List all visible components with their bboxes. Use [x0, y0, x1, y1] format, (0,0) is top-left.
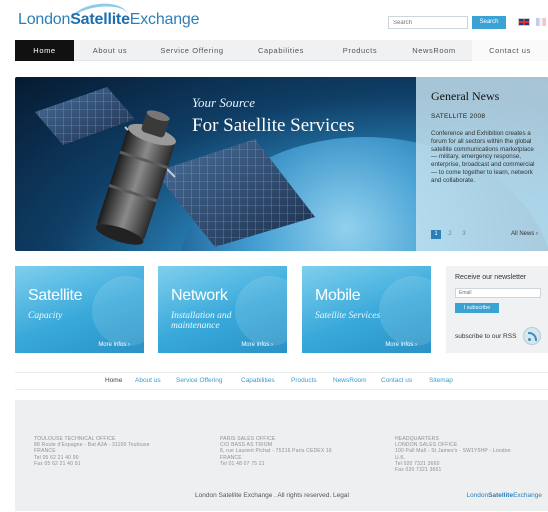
office-toulouse: Toulouse technical office 88 Route d'Esp… [34, 436, 150, 467]
footer-logo-prefix: London [466, 492, 489, 499]
news-page-2[interactable]: 2 [445, 230, 455, 239]
footer-nav-newsroom[interactable]: NewsRoom [333, 377, 367, 384]
footer-nav-service-offering[interactable]: Service Offering [176, 377, 222, 384]
search-input[interactable] [388, 16, 468, 29]
news-body: Conference and Exhibition creates a foru… [431, 130, 535, 184]
footer-nav: Home About us Service Offering Capabilit… [15, 372, 548, 390]
nav-home[interactable]: Home [15, 40, 74, 61]
france-flag-icon[interactable] [536, 18, 546, 26]
footer-logo[interactable]: LondonSatelliteExchange [466, 492, 542, 499]
news-subtitle[interactable]: SATELLITE 2008 [431, 113, 538, 120]
logo-bold: Satellite [70, 11, 130, 28]
newsletter-box: Receive our newsletter I subscribe subsc… [446, 266, 548, 353]
tile-more-link[interactable]: More infos › [241, 342, 273, 348]
tile-title: Network [171, 287, 228, 304]
news-page-3[interactable]: 3 [459, 230, 469, 239]
rss-label[interactable]: subscribe to our RSS [455, 333, 516, 340]
logo-prefix: London [18, 11, 71, 28]
nav-contact-us[interactable]: Contact us [472, 40, 548, 61]
nav-products[interactable]: Products [324, 40, 396, 61]
logo-suffix: Exchange [129, 11, 200, 28]
office-line: Fax 020 7321 3661 [395, 467, 442, 474]
footer-nav-about-us[interactable]: About us [135, 377, 161, 384]
main-nav: Home About us Service Offering Capabilit… [15, 40, 548, 61]
tile-subtitle: Satellite Services [315, 311, 381, 321]
rss-icon[interactable] [523, 327, 542, 345]
hero-headline: For Satellite Services [192, 115, 355, 136]
tile-subtitle: Installation and maintenance [171, 311, 232, 331]
footer-nav-capabilities[interactable]: Capabilities [241, 377, 275, 384]
office-line: Tel 01 48 07 75 21 [220, 460, 265, 467]
subscribe-button[interactable]: I subscribe [455, 303, 499, 313]
tile-title: Mobile [315, 287, 361, 304]
news-pagination: 1 2 3 [431, 230, 469, 239]
tile-network[interactable]: Network Installation and maintenance Mor… [158, 266, 287, 353]
search-button[interactable]: Search [472, 16, 506, 29]
hero-tagline: Your Source [192, 95, 255, 110]
footer-nav-products[interactable]: Products [291, 377, 317, 384]
nav-newsroom[interactable]: NewsRoom [396, 40, 472, 61]
tile-more-link[interactable]: More infos › [385, 342, 417, 348]
tile-satellite-capacity[interactable]: Satellite Capacity More infos › [15, 266, 144, 353]
footer-logo-bold: Satellite [488, 492, 514, 499]
office-line: 8, rue Laurent Pichat - 75216 Paris CEDE… [220, 448, 332, 455]
office-london: Headquarters London sales office 100 Pal… [395, 436, 511, 473]
office-line: Fax 05 62 21 40 91 [34, 460, 81, 467]
tile-subtitle: Capacity [28, 311, 63, 321]
office-paris: Paris sales office C/O BASS AS TRIOM 8, … [220, 436, 332, 467]
tile-more-link[interactable]: More infos › [98, 342, 130, 348]
tile-mobile[interactable]: Mobile Satellite Services More infos › [302, 266, 431, 353]
site-header: LondonSatelliteExchange Search [0, 0, 548, 40]
rss-row: subscribe to our RSS [455, 327, 542, 345]
nav-capabilities[interactable]: Capabilities [238, 40, 324, 61]
all-news-link[interactable]: All News › [511, 231, 538, 237]
general-news-panel: General News SATELLITE 2008 Conference a… [416, 77, 548, 251]
site-logo[interactable]: LondonSatelliteExchange [18, 11, 200, 29]
office-line: 100 Pall Mall - St James's - SW1Y5HP - L… [395, 448, 511, 455]
footer-nav-sitemap[interactable]: Sitemap [429, 377, 453, 384]
uk-flag-icon[interactable] [518, 18, 530, 26]
footer-nav-contact-us[interactable]: Contact us [381, 377, 412, 384]
nav-service-offering[interactable]: Service Offering [146, 40, 238, 61]
footer-logo-suffix: Exchange [513, 492, 542, 499]
footer-nav-home[interactable]: Home [105, 377, 122, 384]
satellite-image [35, 87, 315, 247]
hero-banner: Your Source For Satellite Services Gener… [15, 77, 548, 251]
newsletter-title: Receive our newsletter [455, 274, 527, 281]
news-page-1[interactable]: 1 [431, 230, 441, 239]
tile-title: Satellite [28, 287, 83, 304]
news-title: General News [431, 89, 500, 103]
nav-about-us[interactable]: About us [74, 40, 146, 61]
copyright-text: London Satellite Exchange . All rights r… [195, 492, 349, 499]
newsletter-email-input[interactable] [455, 288, 541, 298]
site-footer: Toulouse technical office 88 Route d'Esp… [15, 400, 548, 511]
